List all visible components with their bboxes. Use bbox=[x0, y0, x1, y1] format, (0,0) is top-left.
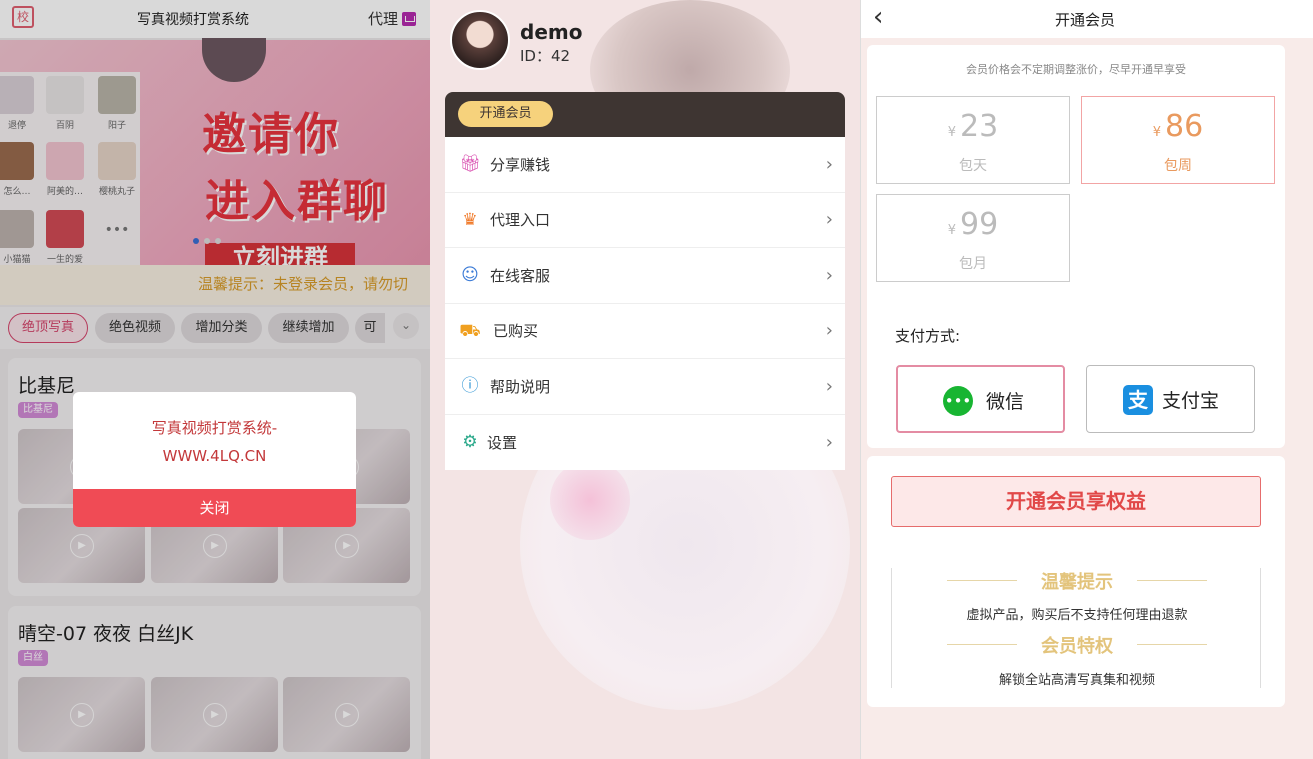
pay-option-wechat[interactable]: ••• 微信 bbox=[896, 365, 1065, 433]
username: demo bbox=[520, 20, 583, 44]
menu-label: 设置 bbox=[487, 433, 518, 452]
open-vip-button[interactable]: 开通会员 bbox=[458, 101, 553, 127]
background-blur bbox=[550, 460, 630, 540]
menu-item-support[interactable]: ☺ 在线客服 › bbox=[445, 248, 845, 304]
tips-text: 虚拟产品，购买后不支持任何理由退款 bbox=[966, 608, 1188, 623]
gift-icon: 🎁︎ bbox=[459, 154, 481, 175]
chevron-right-icon: › bbox=[825, 209, 833, 231]
wechat-icon: ••• bbox=[943, 386, 973, 416]
gear-icon: ⚙ bbox=[462, 432, 478, 453]
chevron-right-icon: › bbox=[825, 431, 833, 453]
plan-name: 包周 bbox=[1164, 158, 1192, 174]
benefits-card: 开通会员享权益 温馨提示 虚拟产品，购买后不支持任何理由退款 会员特权 解锁全站… bbox=[867, 456, 1285, 707]
cart-icon: ⛟ bbox=[459, 320, 481, 341]
dialog-message-line1: 写真视频打赏系统- bbox=[151, 419, 278, 437]
plan-price: ¥86 bbox=[1082, 109, 1274, 144]
help-icon: ⓘ bbox=[461, 376, 479, 397]
menu-item-agent[interactable]: ♛ 代理入口 › bbox=[445, 193, 845, 248]
menu-label: 帮助说明 bbox=[490, 377, 551, 396]
plan-amount: 86 bbox=[1165, 109, 1204, 144]
menu-label: 在线客服 bbox=[490, 266, 551, 285]
menu-item-settings[interactable]: ⚙ 设置 › bbox=[445, 415, 845, 471]
currency-symbol: ¥ bbox=[947, 125, 957, 140]
plan-amount: 99 bbox=[960, 207, 999, 242]
crown-icon: ♛ bbox=[462, 209, 478, 230]
currency-symbol: ¥ bbox=[1152, 125, 1162, 140]
tips-title: 温馨提示 bbox=[892, 568, 1262, 594]
avatar[interactable] bbox=[450, 10, 510, 70]
plan-amount: 23 bbox=[960, 109, 999, 144]
modal-overlay[interactable] bbox=[0, 0, 430, 759]
plan-price: ¥99 bbox=[877, 207, 1069, 242]
plan-card: 会员价格会不定期调整涨价，尽早开通早享受 ¥23 包天 ¥86 包周 ¥99 包… bbox=[867, 45, 1285, 448]
plan-name: 包月 bbox=[959, 256, 987, 272]
pay-method-name: 支付宝 bbox=[1162, 390, 1220, 412]
plan-option-week[interactable]: ¥86 包周 bbox=[1081, 96, 1275, 184]
chat-bubble-icon: ☺ bbox=[461, 265, 479, 286]
pay-option-alipay[interactable]: 支 支付宝 bbox=[1086, 365, 1255, 433]
privileges-text: 解锁全站高清写真集和视频 bbox=[998, 673, 1155, 688]
alipay-icon: 支 bbox=[1123, 385, 1153, 415]
price-note: 会员价格会不定期调整涨价，尽早开通早享受 bbox=[966, 63, 1186, 76]
plan-price: ¥23 bbox=[877, 109, 1069, 144]
profile-screen: demo ID：42 开通会员 🎁︎ 分享赚钱 › ♛ 代理入口 › ☺ 在线客… bbox=[430, 0, 860, 759]
dialog-message-line2: WWW.4LQ.CN bbox=[162, 447, 267, 465]
home-screen: 校 写真视频打赏系统 代理 退停 百阴 阳子 怎么… 阿美的… 樱桃丸子 小猫猫… bbox=[0, 0, 430, 759]
privileges-title: 会员特权 bbox=[892, 632, 1262, 658]
plan-option-day[interactable]: ¥23 包天 bbox=[876, 96, 1070, 184]
open-vip-button[interactable]: 开通会员享权益 bbox=[891, 476, 1261, 527]
dialog-message: 写真视频打赏系统- WWW.4LQ.CN bbox=[73, 414, 356, 470]
menu-label: 已购买 bbox=[493, 322, 539, 341]
menu-item-purchased[interactable]: ⛟ 已购买 › bbox=[445, 304, 845, 359]
chevron-right-icon: › bbox=[825, 153, 833, 175]
menu-item-share[interactable]: 🎁︎ 分享赚钱 › bbox=[445, 137, 845, 193]
user-id: ID：42 bbox=[520, 47, 571, 65]
announcement-dialog: 写真视频打赏系统- WWW.4LQ.CN 关闭 bbox=[73, 392, 356, 527]
plan-option-month[interactable]: ¥99 包月 bbox=[876, 194, 1070, 282]
plan-name: 包天 bbox=[959, 158, 987, 174]
page-title: 开通会员 bbox=[1054, 11, 1115, 29]
vip-screen: ‹ 开通会员 会员价格会不定期调整涨价，尽早开通早享受 ¥23 包天 ¥86 包… bbox=[861, 0, 1313, 759]
chevron-right-icon: › bbox=[825, 320, 833, 342]
header: ‹ 开通会员 bbox=[861, 0, 1313, 38]
currency-symbol: ¥ bbox=[947, 223, 957, 238]
pay-method-name: 微信 bbox=[986, 391, 1025, 413]
payment-label: 支付方式: bbox=[895, 327, 961, 345]
dialog-close-button[interactable]: 关闭 bbox=[73, 489, 356, 527]
vip-bar: 开通会员 bbox=[445, 92, 845, 138]
tips-section: 温馨提示 虚拟产品，购买后不支持任何理由退款 会员特权 解锁全站高清写真集和视频 bbox=[891, 568, 1261, 688]
menu-label: 代理入口 bbox=[490, 211, 551, 230]
chevron-right-icon: › bbox=[825, 264, 833, 286]
profile-menu: 🎁︎ 分享赚钱 › ♛ 代理入口 › ☺ 在线客服 › ⛟ 已购买 › ⓘ 帮助… bbox=[445, 137, 845, 470]
menu-label: 分享赚钱 bbox=[490, 155, 551, 174]
chevron-right-icon: › bbox=[825, 375, 833, 397]
menu-item-help[interactable]: ⓘ 帮助说明 › bbox=[445, 359, 845, 415]
